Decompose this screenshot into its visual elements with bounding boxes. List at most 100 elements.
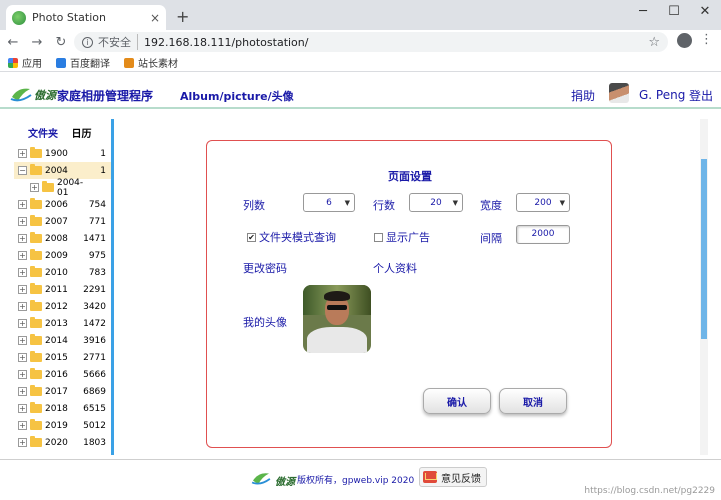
expand-toggle-icon[interactable]: + [18,387,27,396]
expand-toggle-icon[interactable]: + [18,285,27,294]
feedback-button[interactable]: 意见反馈 [419,467,487,487]
profile-link[interactable]: 个人资料 [373,260,417,276]
address-bar[interactable]: i 不安全 192.168.18.111/photostation/ ☆ [74,32,668,52]
tree-item[interactable]: +2010783 [14,264,112,281]
folder-mode-checkbox[interactable]: ✔ 文件夹模式查询 [247,229,336,245]
new-tab-button[interactable]: + [176,7,189,26]
tree-item-count: 1 [100,149,106,159]
tree-item[interactable]: +20143916 [14,332,112,349]
rows-value: 20 [430,198,441,208]
cancel-button[interactable]: 取消 [499,388,567,414]
bookmark-star-icon[interactable]: ☆ [648,35,660,50]
browser-menu-icon[interactable]: ⋮ [700,32,713,47]
bookmark-baidu-translate[interactable]: 百度翻译 [56,55,110,70]
reload-icon[interactable]: ↻ [50,35,72,50]
tree-item-label: 2020 [45,438,79,448]
bookmarks-bar: 应用 百度翻译 站长素材 [0,54,721,72]
expand-toggle-icon[interactable]: + [18,200,27,209]
folder-icon [30,404,42,413]
username[interactable]: G. Peng [639,88,685,102]
user-avatar[interactable] [609,83,629,103]
tab-folders[interactable]: 文件夹 [28,129,58,140]
tree-item[interactable]: +19001 [14,145,112,162]
tree-item[interactable]: +2004-01 [14,179,112,196]
expand-toggle-icon[interactable]: + [18,268,27,277]
sidebar-scrollbar[interactable] [111,119,114,455]
bookmark-label: 百度翻译 [70,55,110,70]
tree-item-count: 1471 [83,234,106,244]
bookmark-material[interactable]: 站长素材 [124,55,178,70]
tree-item[interactable]: +20186515 [14,400,112,417]
expand-toggle-icon[interactable]: + [18,319,27,328]
tree-item[interactable]: +20123420 [14,298,112,315]
columns-select[interactable]: 6 ▼ [303,193,355,212]
expand-toggle-icon[interactable]: + [18,251,27,260]
checkbox-checked-icon[interactable]: ✔ [247,233,256,242]
account-icon[interactable] [677,33,692,48]
footer-logo-icon [251,470,271,486]
checkbox-icon[interactable] [374,233,383,242]
interval-input[interactable]: 2000 [516,225,570,244]
expand-toggle-icon[interactable]: + [18,370,27,379]
expand-toggle-icon[interactable]: + [18,302,27,311]
tree-item[interactable]: +2009975 [14,247,112,264]
logo-icon [10,85,32,103]
tree-item[interactable]: +20195012 [14,417,112,434]
tab-close-icon[interactable]: × [150,11,160,25]
avatar-image[interactable] [303,285,371,353]
tree-item[interactable]: +20112291 [14,281,112,298]
bookmark-apps[interactable]: 应用 [8,55,42,70]
tree-item[interactable]: +20176869 [14,383,112,400]
tree-item[interactable]: −20041 [14,162,112,179]
tree-item-label: 2014 [45,336,79,346]
show-ads-checkbox[interactable]: 显示广告 [374,229,430,245]
folder-icon [30,217,42,226]
browser-tab[interactable]: Photo Station × [6,5,166,30]
minimize-icon[interactable]: ─ [628,4,658,19]
folder-icon [30,421,42,430]
expand-toggle-icon[interactable]: + [30,183,39,192]
tree-item-label: 2007 [45,217,79,227]
material-icon [124,58,134,68]
main-scrollbar[interactable] [700,119,708,455]
tree-item-count: 2771 [83,353,106,363]
page: 傲源 家庭相册管理程序 Album/picture/头像 捐助 G. Peng … [0,73,721,500]
expand-toggle-icon[interactable]: + [18,336,27,345]
scrollbar-thumb[interactable] [701,159,707,339]
change-password-link[interactable]: 更改密码 [243,260,287,276]
rows-select[interactable]: 20 ▼ [409,193,463,212]
url-text[interactable]: 192.168.18.111/photostation/ [144,36,648,49]
expand-toggle-icon[interactable]: + [18,353,27,362]
expand-toggle-icon[interactable]: − [18,166,27,175]
breadcrumb[interactable]: Album/picture/头像 [180,88,294,104]
tree-item[interactable]: +20081471 [14,230,112,247]
tree-item-label: 2006 [45,200,79,210]
window-close-icon[interactable]: ✕ [690,4,720,19]
tree-item[interactable]: +20201803 [14,434,112,451]
maximize-icon[interactable]: ☐ [659,4,689,19]
width-select[interactable]: 200 ▼ [516,193,570,212]
tree-item-label: 2018 [45,404,79,414]
folder-icon [30,234,42,243]
expand-toggle-icon[interactable]: + [18,149,27,158]
expand-toggle-icon[interactable]: + [18,421,27,430]
forward-icon[interactable]: → [26,35,48,50]
tree-item-label: 2004 [45,166,79,176]
expand-toggle-icon[interactable]: + [18,217,27,226]
tab-calendar[interactable]: 日历 [71,129,91,140]
expand-toggle-icon[interactable]: + [18,404,27,413]
tree-item[interactable]: +2006754 [14,196,112,213]
confirm-button[interactable]: 确认 [423,388,491,414]
back-icon[interactable]: ← [2,35,24,50]
folder-icon [42,183,54,192]
tree-item[interactable]: +2007771 [14,213,112,230]
tree-item[interactable]: +20131472 [14,315,112,332]
expand-toggle-icon[interactable]: + [18,438,27,447]
tree-item[interactable]: +20165666 [14,366,112,383]
avatar-sunglasses [327,305,347,310]
tree-item[interactable]: +20152771 [14,349,112,366]
logout-link[interactable]: 登出 [689,87,713,104]
site-info-icon[interactable]: i [82,37,93,48]
expand-toggle-icon[interactable]: + [18,234,27,243]
donate-link[interactable]: 捐助 [571,87,595,104]
